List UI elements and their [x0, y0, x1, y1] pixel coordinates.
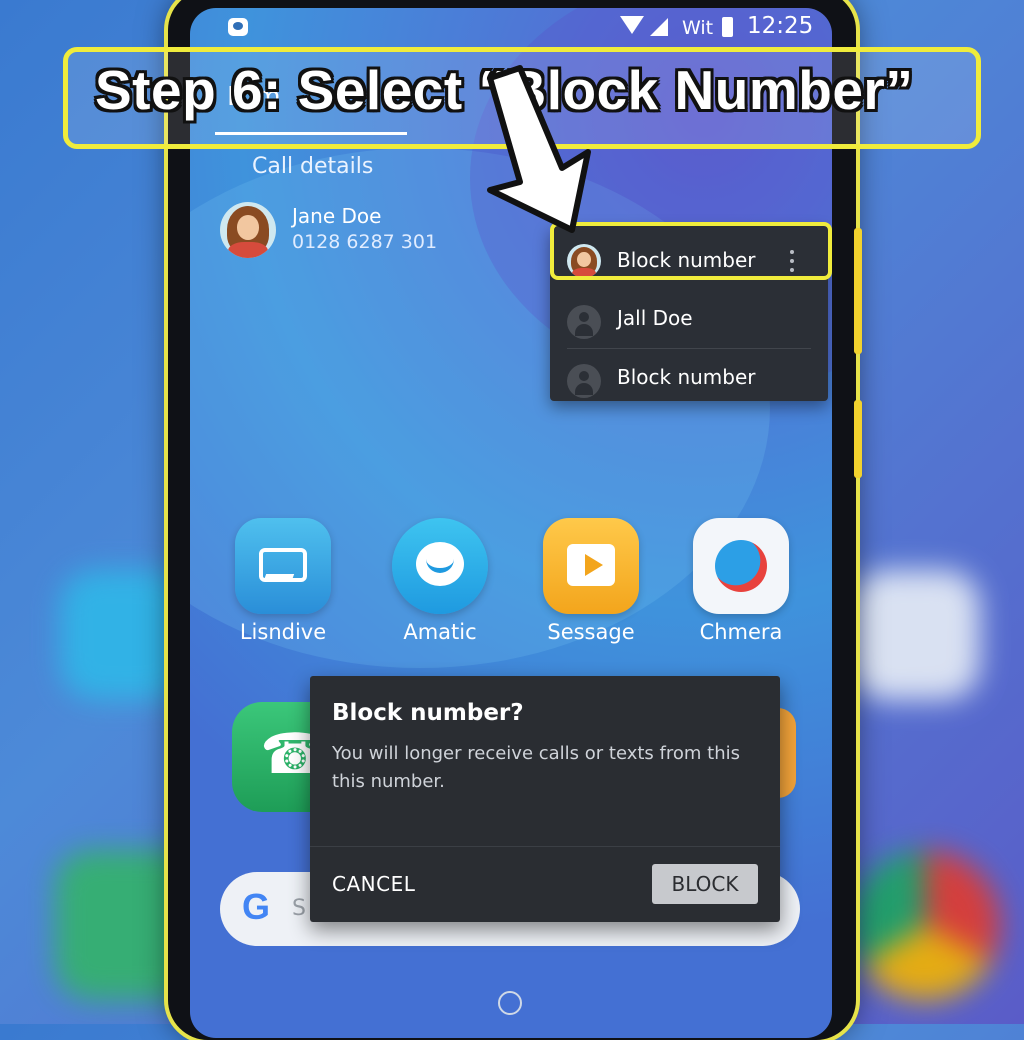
- app-label: Lisndive: [239, 620, 327, 644]
- dialog-divider: [310, 846, 780, 847]
- camera-icon: [693, 518, 789, 614]
- status-bar: Wit 12:25: [190, 8, 832, 48]
- block-button[interactable]: BLOCK: [652, 864, 758, 904]
- wifi-icon: [620, 16, 644, 34]
- menu-item-contact[interactable]: Jall Doe: [550, 290, 828, 348]
- notification-app-icon: [228, 18, 248, 36]
- menu-item-label: Block number: [617, 365, 756, 389]
- app-label: Chmera: [699, 620, 783, 644]
- play-icon: [543, 518, 639, 614]
- menu-divider: [567, 348, 811, 349]
- dialog-title: Block number?: [332, 700, 524, 726]
- cancel-button[interactable]: CANCEL: [332, 872, 415, 896]
- menu-item-label: Jall Doe: [617, 306, 693, 330]
- signal-icon: [650, 18, 668, 36]
- app-gallery[interactable]: Lisndive: [228, 518, 338, 644]
- person-icon: [567, 305, 601, 339]
- battery-icon: [722, 17, 733, 37]
- carrier-label: Wit: [682, 17, 714, 39]
- app-chat[interactable]: Amatic: [385, 518, 495, 644]
- home-button[interactable]: [498, 991, 522, 1015]
- blurred-camera-icon: [850, 570, 980, 700]
- person-icon: [567, 364, 601, 398]
- app-label: Sessage: [547, 620, 635, 644]
- gallery-icon: [235, 518, 331, 614]
- app-video[interactable]: Sessage: [536, 518, 646, 644]
- power-button: [854, 400, 862, 478]
- app-camera[interactable]: Chmera: [686, 518, 796, 644]
- blurred-chrome-icon: [850, 850, 1000, 1000]
- menu-item-block-number-2[interactable]: Block number: [550, 349, 828, 407]
- search-placeholder: S: [292, 896, 306, 921]
- chat-icon: [392, 518, 488, 614]
- call-details-title: Call details: [252, 154, 374, 179]
- pointer-arrow-icon: [487, 65, 591, 233]
- block-number-dialog: Block number? You will longer receive ca…: [310, 676, 780, 922]
- contact-number: 0128 6287 301: [292, 231, 438, 253]
- contact-name: Jane Doe: [292, 204, 382, 228]
- dialog-message: You will longer receive calls or texts f…: [332, 743, 740, 792]
- contact-avatar[interactable]: [220, 202, 276, 258]
- app-label: Amatic: [403, 620, 477, 644]
- google-logo: G: [242, 886, 271, 927]
- volume-button: [854, 228, 862, 354]
- status-clock: 12:25: [747, 13, 814, 39]
